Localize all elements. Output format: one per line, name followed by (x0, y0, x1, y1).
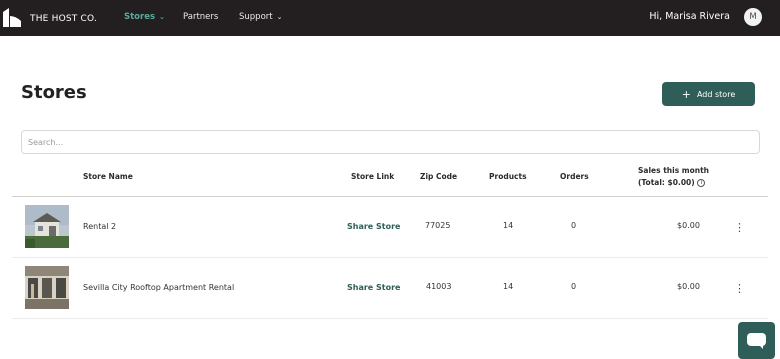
chevron-down-icon: ⌄ (159, 12, 165, 21)
header-sales-total: (Total: $0.00) i (638, 177, 706, 188)
header-store-name: Store Name (83, 172, 133, 181)
header-sales-this-month: Sales this month (638, 166, 709, 175)
brand-logo-icon[interactable] (3, 8, 21, 27)
nav-partners-label: Partners (183, 12, 219, 22)
header-orders: Orders (560, 172, 589, 181)
orders-count: 0 (571, 282, 577, 291)
top-nav-bar: THE HOST CO. Stores ⌄ Partners Support ⌄… (0, 0, 780, 36)
table-header: Store Name Store Link Zip Code Products … (12, 160, 768, 197)
add-store-label: Add store (696, 89, 736, 99)
chevron-down-icon: ⌄ (276, 12, 283, 21)
store-thumbnail (25, 205, 69, 248)
avatar-initial: M (749, 12, 757, 22)
header-store-link: Store Link (351, 172, 395, 181)
sales-amount: $0.00 (677, 221, 700, 230)
brand-name[interactable]: THE HOST CO. (30, 14, 97, 24)
plus-icon: + (681, 87, 691, 101)
share-store-link[interactable]: Share Store (347, 222, 400, 231)
share-store-link[interactable]: Share Store (347, 283, 400, 292)
products-count: 14 (503, 282, 514, 291)
orders-count: 0 (571, 221, 577, 230)
avatar[interactable]: M (744, 8, 762, 26)
store-name[interactable]: Rental 2 (83, 222, 116, 231)
more-options-icon[interactable]: ⋮ (734, 283, 745, 294)
products-count: 14 (503, 221, 514, 230)
zip-code: 41003 (426, 282, 452, 291)
sales-amount: $0.00 (677, 282, 700, 291)
user-greeting[interactable]: Hi, Marisa Rivera (649, 11, 730, 22)
nav-stores[interactable]: Stores ⌄ (124, 12, 165, 22)
sales-total-label: (Total: $0.00) (638, 178, 695, 187)
search-placeholder: Search... (28, 137, 64, 147)
chat-bubble-icon (747, 333, 766, 346)
nav-support-label: Support (239, 12, 273, 22)
store-thumbnail (25, 266, 69, 309)
store-name[interactable]: Sevilla City Rooftop Apartment Rental (83, 283, 234, 292)
header-zip-code: Zip Code (420, 172, 458, 181)
chat-button[interactable] (738, 322, 775, 359)
table-row[interactable]: Rental 2 Share Store 77025 14 0 $0.00 ⋮ (12, 197, 768, 258)
more-options-icon[interactable]: ⋮ (734, 222, 745, 233)
nav-partners[interactable]: Partners (183, 12, 218, 22)
nav-support[interactable]: Support ⌄ (239, 12, 282, 22)
table-row[interactable]: Sevilla City Rooftop Apartment Rental Sh… (12, 258, 768, 319)
search-input[interactable]: Search... (21, 130, 760, 154)
chat-bubble-tail (758, 344, 763, 349)
page-title: Stores (21, 82, 87, 103)
header-products: Products (489, 172, 527, 181)
zip-code: 77025 (425, 221, 451, 230)
nav-stores-label: Stores (124, 12, 156, 22)
add-store-button[interactable]: + Add store (662, 82, 755, 106)
info-icon[interactable]: i (697, 179, 706, 187)
